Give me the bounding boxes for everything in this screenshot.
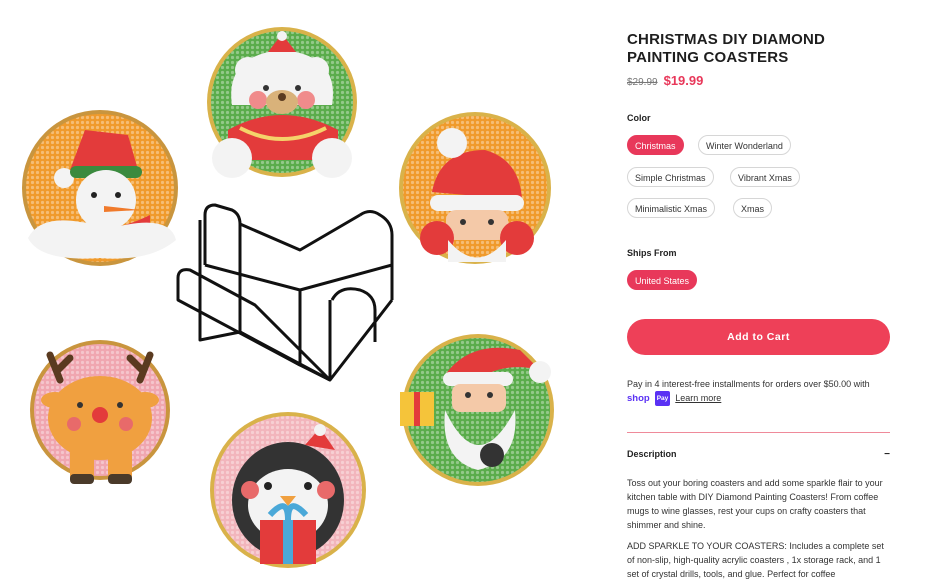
color-label: Color <box>627 113 651 123</box>
color-option-winter-wonderland[interactable]: Winter Wonderland <box>698 135 791 155</box>
color-option-simple-christmas[interactable]: Simple Christmas <box>627 167 714 187</box>
collapse-icon: − <box>884 449 890 460</box>
price-row: $29.99 $19.99 <box>627 73 703 88</box>
product-image-svg <box>22 27 554 568</box>
ships-option-united-states[interactable]: United States <box>627 270 698 290</box>
penguin-coaster <box>210 412 366 568</box>
pay-badge: Pay <box>654 391 671 406</box>
ships-from-label: Ships From <box>627 248 677 258</box>
installments-text: Pay in 4 interest-free installments for … <box>627 379 870 389</box>
product-image[interactable] <box>0 0 600 575</box>
description-body: Toss out your boring coasters and add so… <box>627 476 890 588</box>
installments-info: Pay in 4 interest-free installments for … <box>627 378 890 406</box>
compare-price: $29.99 <box>627 77 658 88</box>
learn-more-link[interactable]: Learn more <box>675 392 721 405</box>
description-heading: Description <box>627 449 677 459</box>
description-paragraph: Toss out your boring coasters and add so… <box>627 478 883 530</box>
snowman-coaster <box>22 110 178 266</box>
color-option-vibrant-xmas[interactable]: Vibrant Xmas <box>730 167 800 187</box>
color-option-minimalistic-xmas[interactable]: Minimalistic Xmas <box>627 198 716 218</box>
santa-coaster <box>399 112 551 264</box>
color-option-xmas[interactable]: Xmas <box>733 198 773 218</box>
divider <box>627 432 890 433</box>
product-title: CHRISTMAS DIY DIAMOND PAINTING COASTERS <box>627 31 826 66</box>
sale-price: $19.99 <box>663 73 704 88</box>
shop-pay-row: shop Pay Learn more <box>627 391 890 406</box>
santa-gift-coaster <box>400 334 554 486</box>
color-option-christmas[interactable]: Christmas <box>627 135 684 155</box>
polar-bear-coaster <box>207 27 357 178</box>
metal-stand <box>176 203 394 382</box>
reindeer-coaster <box>30 340 170 484</box>
description-toggle[interactable]: Description − <box>627 449 890 460</box>
shop-pay-logo: shop <box>627 393 650 404</box>
add-to-cart-button[interactable]: Add to Cart <box>627 319 890 355</box>
